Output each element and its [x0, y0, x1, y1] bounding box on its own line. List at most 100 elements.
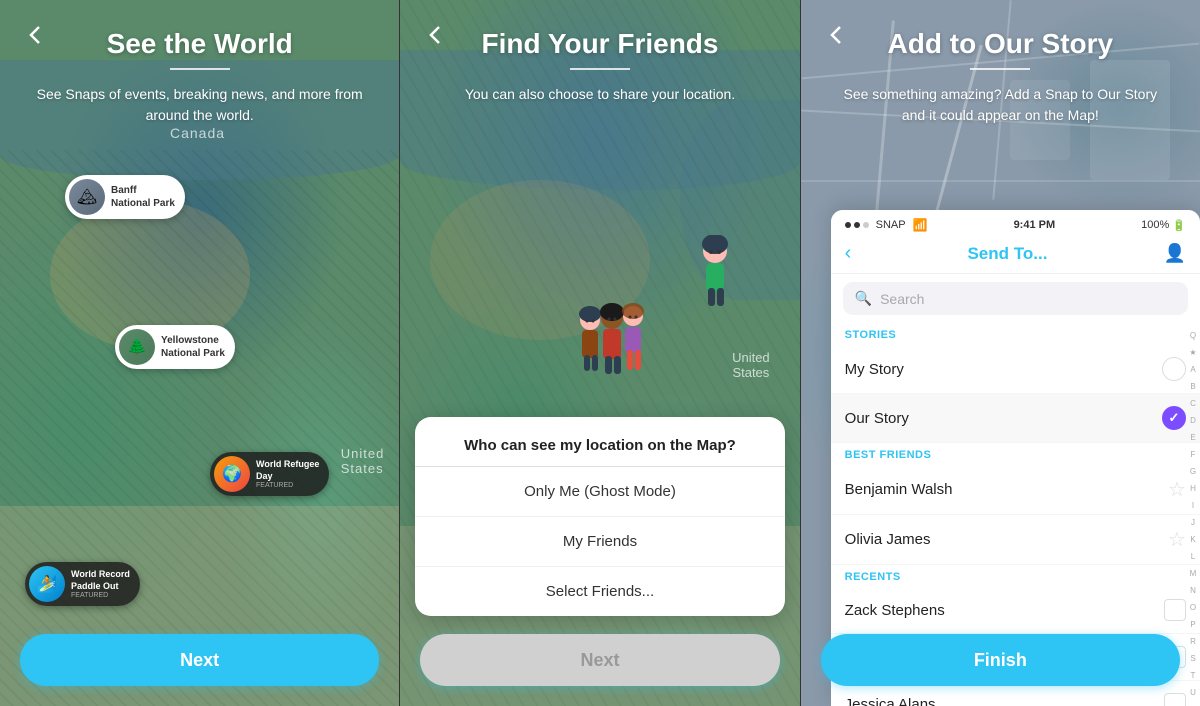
phone-mockup: SNAP 📶 9:41 PM 100% 🔋 ‹ Send To... 👤 🔍 S… [831, 210, 1200, 706]
search-icon: 🔍 [855, 290, 872, 307]
panel1-overlay: See the World See Snaps of events, break… [0, 0, 399, 706]
us-label-2: UnitedStates [732, 350, 770, 380]
back-button-1[interactable] [20, 20, 50, 50]
panel1-divider [170, 68, 230, 70]
panel3-subtitle: See something amazing? Add a Snap to Our… [831, 84, 1170, 126]
next-button-1[interactable]: Next [20, 634, 379, 686]
banff-avatar: 🏔 [69, 179, 105, 215]
panel-see-the-world: See the World See Snaps of events, break… [0, 0, 400, 706]
benjamin-star[interactable]: ☆ [1168, 477, 1186, 502]
canada-label: Canada [170, 125, 225, 141]
banff-avatar-img: 🏔 [69, 179, 105, 215]
solo-bitmoji [695, 235, 735, 315]
olivia-name: Olivia James [845, 531, 931, 548]
option-my-friends[interactable]: My Friends [415, 517, 784, 567]
idx-s: S [1190, 655, 1195, 663]
idx-h: H [1190, 485, 1196, 493]
location-bubble-banff[interactable]: 🏔 BanffNational Park [65, 175, 185, 219]
phone-back-button[interactable]: ‹ [845, 242, 852, 265]
panel3-header: Add to Our Story See something amazing? … [801, 0, 1200, 138]
refugee-text: World RefugeeDay FEATURED [256, 459, 319, 489]
zack-name: Zack Stephens [845, 602, 945, 619]
panel3-divider [970, 68, 1030, 70]
my-story-row[interactable]: My Story [831, 345, 1200, 394]
olivia-row[interactable]: Olivia James ☆ [831, 515, 1200, 565]
benjamin-name: Benjamin Walsh [845, 481, 953, 498]
solo-bitmoji-svg [695, 235, 735, 310]
event-bubble-refugee[interactable]: 🌍 World RefugeeDay FEATURED [210, 452, 329, 496]
idx-t: T [1191, 672, 1196, 680]
refugee-avatar: 🌍 [214, 456, 250, 492]
my-story-check[interactable] [1162, 357, 1186, 381]
phone-search-bar[interactable]: 🔍 Search [843, 282, 1188, 315]
panel1-header: See the World See Snaps of events, break… [0, 0, 399, 138]
signal-dot-1 [845, 222, 851, 228]
panel1-title: See the World [30, 28, 369, 60]
panel2-header: Find Your Friends You can also choose to… [400, 0, 799, 117]
signal-dot-2 [854, 222, 860, 228]
battery-percent: 100% [1141, 219, 1169, 231]
my-story-name: My Story [845, 361, 904, 378]
next-button-2[interactable]: Next [420, 634, 779, 686]
idx-r: R [1190, 638, 1196, 646]
signal-dot-3 [863, 222, 869, 228]
idx-q: Q [1190, 332, 1196, 340]
location-dialog: Who can see my location on the Map? Only… [415, 417, 784, 616]
idx-a: A [1190, 366, 1195, 374]
back-button-3[interactable] [821, 20, 851, 50]
send-to-title: Send To... [967, 244, 1047, 264]
stories-section-header: STORIES [831, 323, 1200, 345]
idx-m: M [1190, 570, 1197, 578]
search-placeholder: Search [880, 291, 924, 307]
option-ghost-mode[interactable]: Only Me (Ghost Mode) [415, 467, 784, 517]
idx-j: J [1191, 519, 1195, 527]
paddle-text: World RecordPaddle Out FEATURED [71, 569, 130, 599]
yellowstone-text: YellowstoneNational Park [161, 334, 225, 360]
benjamin-row[interactable]: Benjamin Walsh ☆ [831, 465, 1200, 515]
location-bubble-yellowstone[interactable]: 🌲 YellowstoneNational Park [115, 325, 235, 369]
panel3-title: Add to Our Story [831, 28, 1170, 60]
best-friends-section-header: BEST FRIENDS [831, 443, 1200, 465]
idx-d: D [1190, 417, 1196, 425]
jessica-check[interactable] [1164, 693, 1186, 706]
option-select-friends[interactable]: Select Friends... [415, 567, 784, 616]
bitmoji-svg [570, 300, 650, 390]
yellowstone-avatar: 🌲 [119, 329, 155, 365]
olivia-star[interactable]: ☆ [1168, 527, 1186, 552]
idx-f: F [1191, 451, 1196, 459]
phone-status-bar: SNAP 📶 9:41 PM 100% 🔋 [831, 210, 1200, 236]
idx-o: O [1190, 604, 1196, 612]
paddle-avatar: 🏄 [29, 566, 65, 602]
idx-p: P [1190, 621, 1195, 629]
us-label: UnitedStates [341, 446, 385, 476]
idx-l: L [1191, 553, 1195, 561]
recents-section-header: RECENTS [831, 565, 1200, 587]
panel2-title: Find Your Friends [430, 28, 769, 60]
zack-row[interactable]: Zack Stephens [831, 587, 1200, 634]
zack-check[interactable] [1164, 599, 1186, 621]
panel1-subtitle: See Snaps of events, breaking news, and … [30, 84, 369, 126]
add-friend-icon[interactable]: 👤 [1164, 243, 1186, 264]
idx-n: N [1190, 587, 1196, 595]
panel2-subtitle: You can also choose to share your locati… [430, 84, 769, 105]
back-button-2[interactable] [420, 20, 450, 50]
event-bubble-paddle[interactable]: 🏄 World RecordPaddle Out FEATURED [25, 562, 140, 606]
finish-button[interactable]: Finish [821, 634, 1180, 686]
bitmoji-group [570, 300, 650, 395]
idx-c: C [1190, 400, 1196, 408]
battery-icon: 🔋 [1172, 219, 1186, 232]
jessica-name: Jessica Alans [845, 696, 936, 706]
dialog-title: Who can see my location on the Map? [415, 417, 784, 466]
carrier-name: SNAP [876, 219, 906, 231]
battery-container: 100% 🔋 [1141, 219, 1186, 232]
our-story-check[interactable] [1162, 406, 1186, 430]
status-time: 9:41 PM [1014, 219, 1056, 231]
idx-k: K [1190, 536, 1195, 544]
phone-nav-bar: ‹ Send To... 👤 [831, 236, 1200, 274]
our-story-name: Our Story [845, 410, 909, 427]
yellowstone-avatar-img: 🌲 [119, 329, 155, 365]
idx-u: U [1190, 689, 1196, 697]
our-story-row[interactable]: Our Story [831, 394, 1200, 443]
carrier-dots: SNAP 📶 [845, 218, 928, 232]
index-rail[interactable]: Q ★ A B C D E F G H I J K L M N O P R S [1186, 323, 1200, 706]
